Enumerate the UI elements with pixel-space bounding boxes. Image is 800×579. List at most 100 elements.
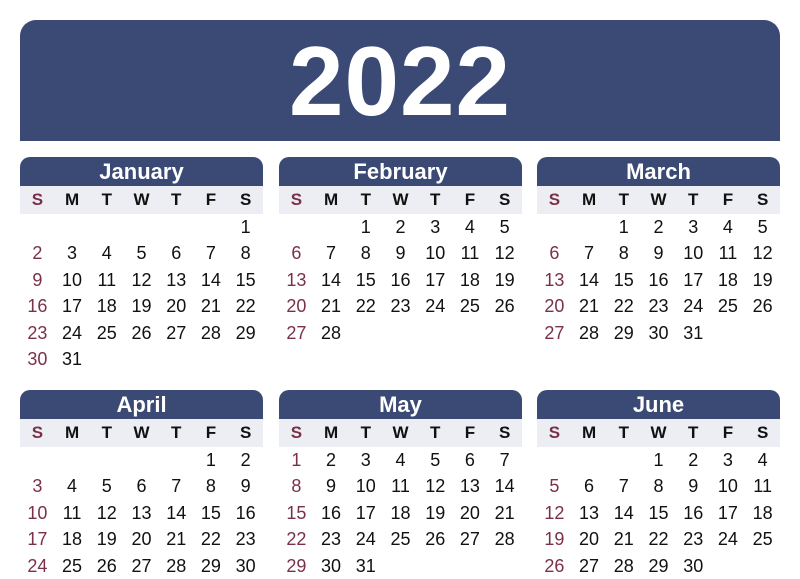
day-cell: 19 [752,269,773,290]
day-cell: 2 [32,243,43,264]
day-cell: 26 [96,555,117,576]
weekday-label: S [290,423,303,442]
day-cell: 11 [460,243,480,264]
day-cell: 18 [96,296,117,317]
weekday-label: W [650,190,667,209]
weekday-label: M [64,423,80,442]
weekday-label: T [430,423,441,442]
day-cell: 9 [395,243,406,264]
month-header: April [20,390,263,419]
day-cell: 3 [430,217,441,237]
weekday-label: F [722,190,734,209]
day-cell: 12 [425,476,446,497]
day-cell: 12 [131,269,152,290]
weekday-label: T [618,423,629,442]
day-cell: 7 [171,476,182,497]
empty-cell [606,447,641,473]
day-cell: 20 [579,529,600,550]
day-cell: 8 [240,243,251,264]
weekday-label: T [171,190,182,209]
weekday-label: M [323,190,339,209]
day-cell: 1 [360,217,371,237]
day-cell: 27 [131,555,152,576]
day-cell: 11 [97,269,117,290]
empty-cell [279,214,314,240]
day-cell: 10 [717,476,738,497]
day-cell: 5 [757,217,768,237]
day-cell: 22 [648,529,669,550]
day-cell: 3 [722,450,733,470]
day-cell: 10 [683,243,704,264]
day-cell: 24 [355,529,376,550]
weekday-label: S [240,423,252,442]
day-cell: 7 [618,476,629,497]
day-grid: 1 2 3 4 5 6 7 8 9 10 11 12 13 14 15 16 17 18 19 20 21 22 23 24 2… [279,214,522,346]
day-cell: 15 [235,269,256,290]
weekday-label: T [101,423,112,442]
day-cell: 19 [544,529,565,550]
day-cell: 22 [355,296,376,317]
weekday-label: T [101,190,112,209]
weekday-row: SMTWTFS [537,186,780,214]
day-cell: 24 [717,529,738,550]
day-cell: 29 [200,555,221,576]
day-cell: 20 [131,529,152,550]
day-cell: 10 [27,502,48,523]
day-cell: 21 [166,529,187,550]
day-cell: 27 [579,555,600,576]
day-cell: 17 [717,502,738,523]
day-cell: 19 [425,502,446,523]
day-cell: 12 [544,502,565,523]
day-cell: 5 [499,217,510,237]
day-cell: 10 [425,243,446,264]
day-cell: 16 [390,269,411,290]
weekday-label: T [688,190,699,209]
day-cell: 18 [752,502,773,523]
empty-cell [537,214,572,240]
day-cell: 10 [62,269,83,290]
weekday-row: SMTWTFS [537,419,780,447]
month-header: May [279,390,522,419]
empty-cell [124,214,159,240]
weekday-label: T [360,423,371,442]
day-cell: 20 [166,296,187,317]
day-cell: 23 [235,529,256,550]
day-cell: 27 [544,322,565,343]
day-cell: 21 [579,296,600,317]
weekday-label: M [581,190,597,209]
day-cell: 23 [390,296,411,317]
day-cell: 21 [494,502,515,523]
day-cell: 28 [166,555,187,576]
weekday-label: S [290,190,303,209]
day-cell: 22 [613,296,634,317]
day-cell: 13 [166,269,187,290]
day-cell: 30 [321,555,342,576]
weekday-row: SMTWTFS [279,186,522,214]
month-may: May S M T W T F S 1 2 3 4 5 6 7 8 9 10 11 12 13 14 15 16 17 18 19 2… [279,390,522,579]
day-cell: 16 [235,502,256,523]
day-cell: 3 [360,450,371,470]
day-cell: 30 [27,348,48,369]
day-cell: 29 [648,555,669,576]
day-cell: 11 [718,243,738,264]
day-cell: 8 [360,243,371,264]
day-cell: 3 [67,243,78,264]
month-header: February [279,157,522,186]
weekday-row: SMTWTFS [279,419,522,447]
empty-cell [194,214,229,240]
empty-cell [20,447,55,473]
day-cell: 4 [67,476,78,497]
day-cell: 25 [459,296,480,317]
day-cell: 15 [286,502,307,523]
month-april: April S M T W T F S 1 2 3 4 5 6 7 8 9 10 11 12 13 14 15 16 17 18 1… [20,390,263,579]
day-cell: 6 [171,243,182,264]
day-cell: 13 [286,269,307,290]
day-cell: 7 [205,243,216,264]
empty-cell [20,214,55,240]
weekday-label: T [360,190,371,209]
day-grid: 1 2 3 4 5 6 7 8 9 10 11 12 13 14 15 16 17 18 19 20 21 22 23 24 2… [279,447,522,579]
weekday-label: S [548,423,561,442]
day-cell: 6 [464,450,475,470]
day-cell: 10 [355,476,376,497]
day-cell: 9 [32,269,43,290]
